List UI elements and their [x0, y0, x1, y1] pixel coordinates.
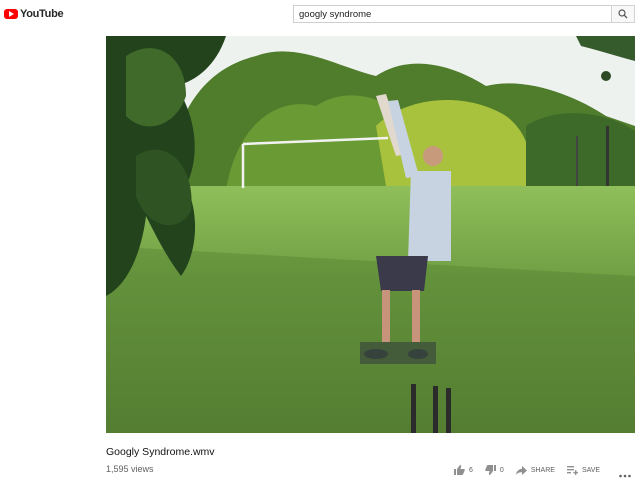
video-player[interactable]	[106, 36, 635, 433]
youtube-play-icon	[4, 9, 18, 19]
video-frame	[106, 36, 635, 433]
search-input[interactable]	[293, 5, 611, 23]
logo-text: YouTube	[20, 8, 64, 20]
search-icon	[618, 9, 628, 19]
dislike-button[interactable]: 0	[485, 465, 504, 475]
view-count: 1,595 views	[106, 464, 154, 474]
video-title: Googly Syndrome.wmv	[106, 446, 215, 458]
like-button[interactable]: 6	[454, 465, 473, 475]
video-actions: 6 0 SHARE SAVE	[454, 464, 612, 476]
save-button[interactable]: SAVE	[566, 465, 601, 475]
dislike-count: 0	[499, 466, 504, 474]
save-label: SAVE	[581, 466, 601, 474]
share-icon	[515, 465, 527, 475]
like-count: 6	[469, 466, 473, 474]
youtube-logo[interactable]: YouTube	[4, 7, 64, 21]
more-horizontal-icon	[619, 474, 631, 478]
thumbs-down-icon	[485, 465, 496, 475]
search-button[interactable]	[611, 5, 635, 23]
more-actions-button[interactable]	[619, 465, 631, 483]
thumbs-up-icon	[454, 465, 465, 475]
share-label: SHARE	[530, 466, 555, 474]
masthead: YouTube	[0, 0, 640, 28]
search-bar	[293, 5, 635, 23]
playlist-add-icon	[566, 465, 578, 475]
share-button[interactable]: SHARE	[515, 465, 555, 475]
